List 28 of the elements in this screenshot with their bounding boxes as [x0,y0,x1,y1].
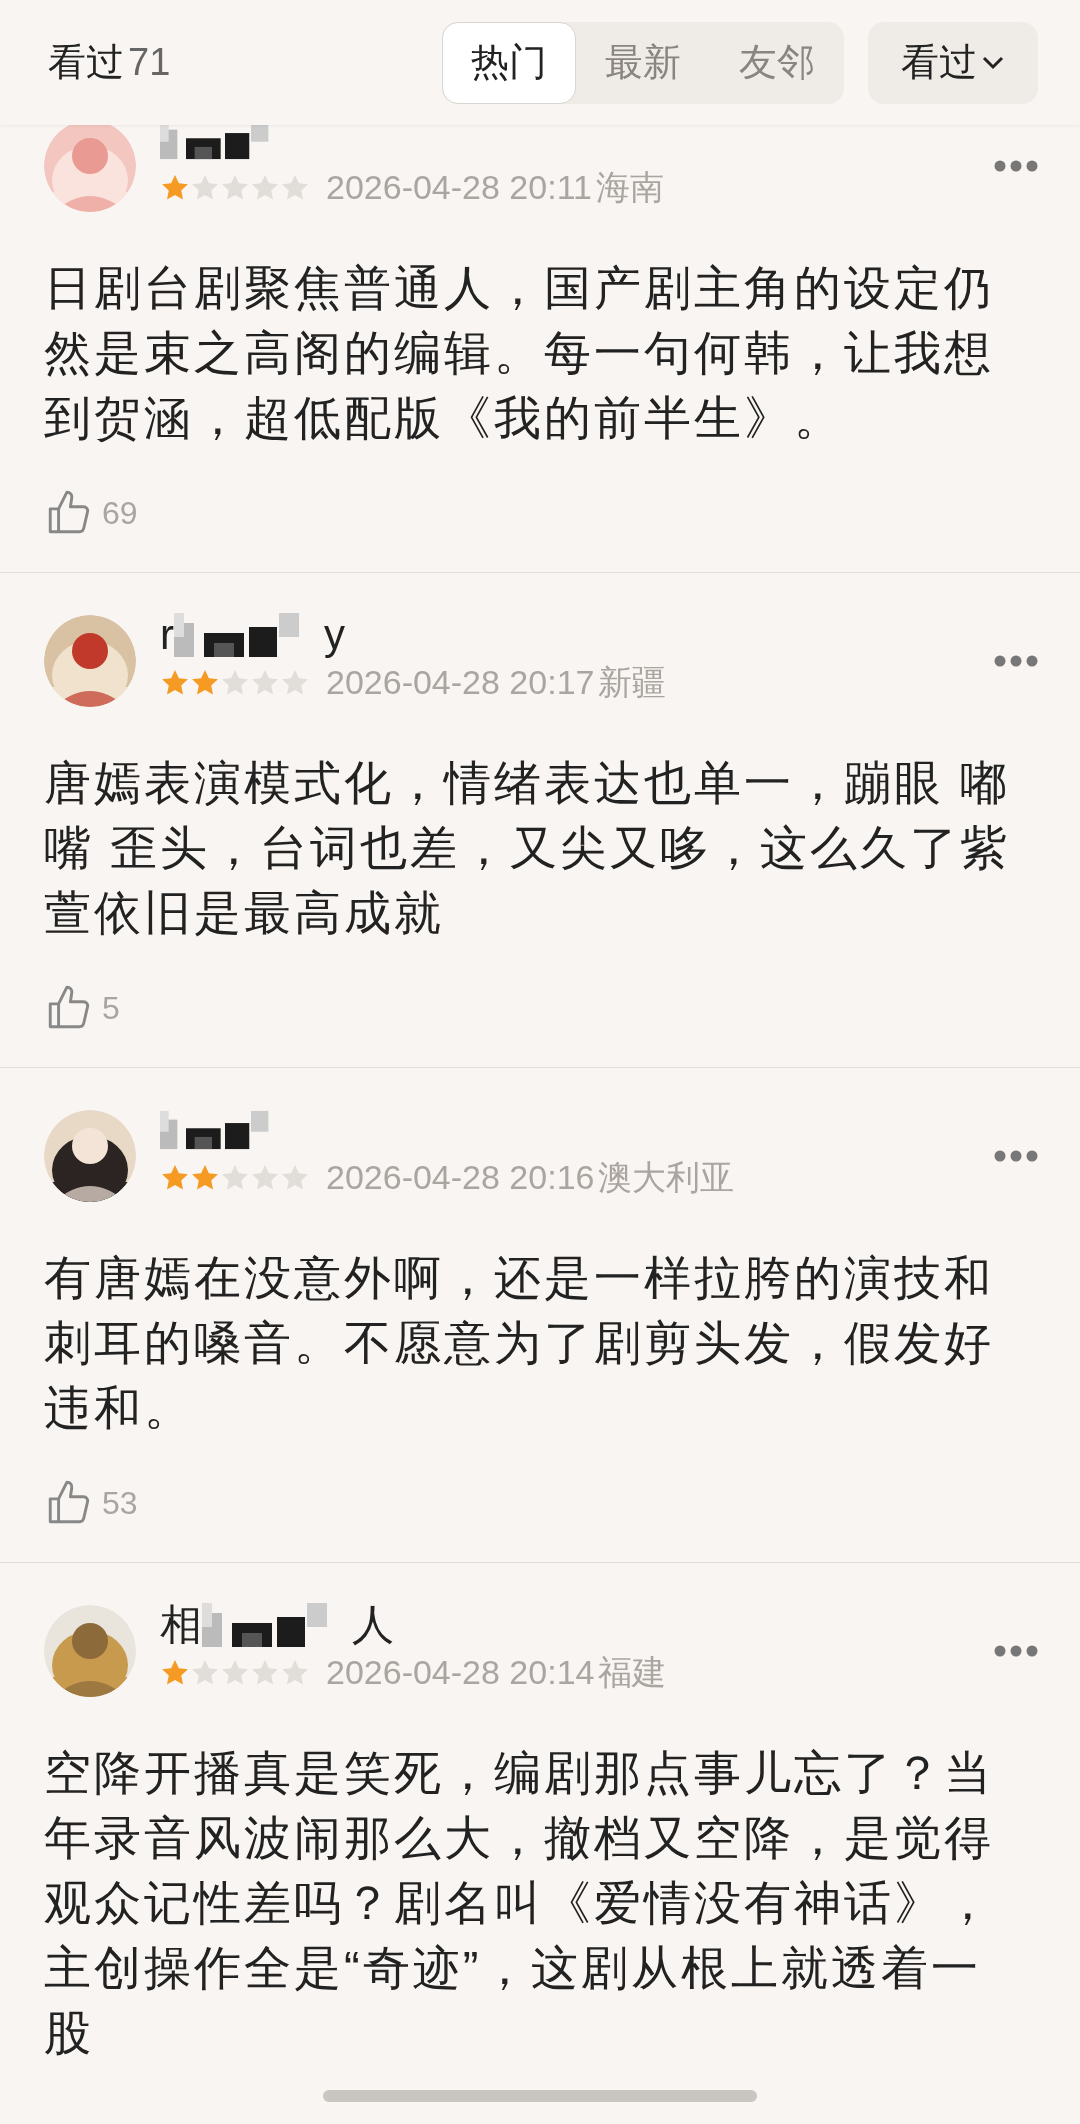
location: 澳大利亚 [598,1157,735,1198]
page-title: 看过 [48,40,124,85]
chevron-down-icon [981,54,1005,71]
location: 新疆 [598,662,667,703]
user-name: r [160,614,174,656]
post-time: 2026-04-28 20:16 [326,1157,595,1198]
user-name: 相 [160,1604,202,1646]
more-icon[interactable] [994,1149,1038,1162]
more-icon[interactable] [994,159,1038,172]
more-icon[interactable] [994,1644,1038,1657]
location: 福建 [598,1652,667,1693]
like-count: 53 [102,1484,138,1523]
post-time: 2026-04-28 20:11 [326,167,592,208]
post-time: 2026-04-28 20:17 [326,662,595,703]
location: 海南 [595,167,664,208]
tab[interactable]: 热门 [442,21,576,104]
more-icon[interactable] [994,654,1038,667]
comment-text: 有唐嫣在没意外啊，还是一样拉胯的演技和刺耳的嗓音。不愿意为了剧剪头发，假发好违和。 [44,1250,995,1436]
user-name: 人 [352,1604,394,1646]
comment-text: 唐嫣表演模式化，情绪表达也单一，蹦眼 嘟嘴 歪头，台词也差，又尖又哆，这么久了紫萱依旧是最高成就 [44,755,1012,941]
view-count: 71 [128,40,171,85]
like-count: 69 [102,494,138,533]
post-time: 2026-04-28 20:14 [326,1652,595,1693]
like-count: 5 [102,989,120,1028]
filter-dropdown[interactable]: 看过 [868,21,1038,104]
comment-text: 空降开播真是笑死，编剧那点事儿忘了？当年录音风波闹那么大，撤档又空降，是觉得观众记性差吗？剧名叫《爱情没有神话》，主创操作全是“奇迹”，这剧从根上就透着一股 [44,1745,995,2061]
user-name: y [324,614,345,656]
comment-text: 日剧台剧聚焦普通人，国产剧主角的设定仍然是束之高阁的编辑。每一句何韩，让我想到贺涵，超低配版《我的前半生》。 [44,260,995,446]
